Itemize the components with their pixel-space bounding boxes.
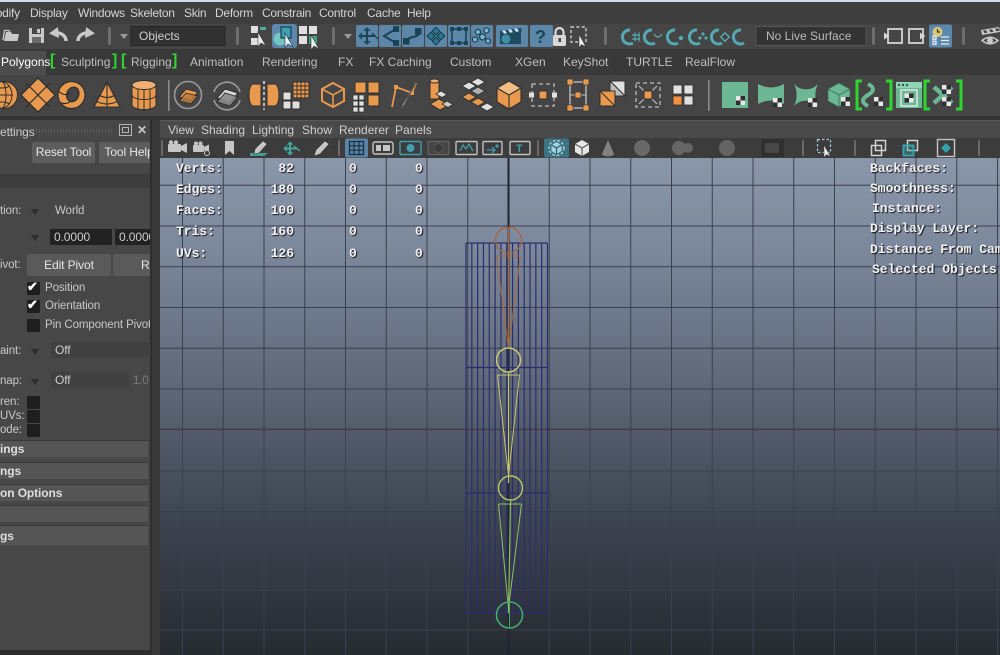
svg-text:No Live Surface: No Live Surface [766, 29, 852, 43]
svg-text:T: T [516, 143, 523, 155]
svg-text:Objects: Objects [139, 29, 180, 43]
svg-text:?: ? [535, 27, 546, 47]
